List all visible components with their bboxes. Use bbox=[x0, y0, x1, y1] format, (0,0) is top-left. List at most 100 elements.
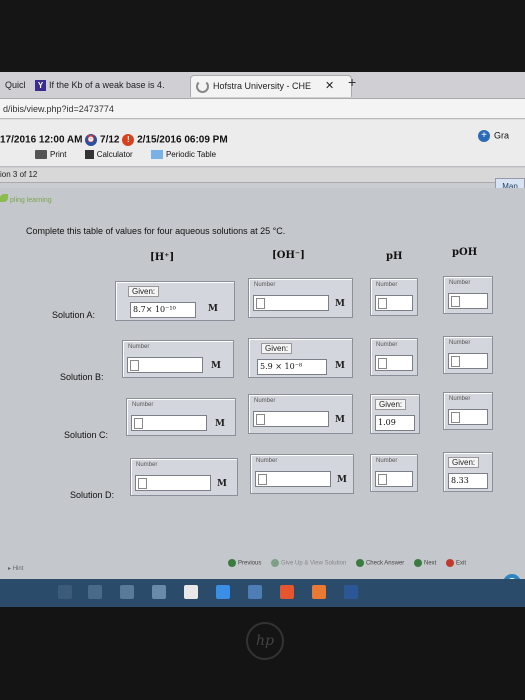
cell-d-ph: Number bbox=[370, 454, 418, 492]
number-label: Number bbox=[376, 458, 398, 464]
brand-text: pling learning bbox=[10, 197, 52, 204]
screen: Quicl Y If the Kb of a weak base is 4. Ho… bbox=[0, 72, 525, 607]
new-tab-button[interactable]: + bbox=[348, 74, 356, 90]
loading-icon bbox=[196, 80, 209, 94]
address-bar[interactable]: d/ibis/view.php?id=2473774 bbox=[0, 99, 525, 119]
next-icon bbox=[413, 559, 422, 567]
alarm-icon: ⏰ bbox=[85, 134, 98, 146]
give-up-icon bbox=[271, 559, 280, 567]
previous-button[interactable]: Previous bbox=[228, 559, 261, 567]
grades-icon: + bbox=[478, 130, 490, 142]
close-icon[interactable]: ✕ bbox=[325, 80, 334, 92]
given-label: Given: bbox=[375, 399, 407, 410]
file-explorer-icon[interactable] bbox=[120, 585, 134, 599]
folder-icon[interactable] bbox=[152, 585, 166, 599]
given-label: Given: bbox=[128, 286, 160, 297]
tab-hofstra[interactable]: Hofstra University - CHE ✕ bbox=[190, 75, 352, 97]
previous-icon bbox=[228, 559, 236, 567]
next-button[interactable]: Next bbox=[413, 559, 436, 567]
check-answer-button[interactable]: Check Answer bbox=[355, 559, 404, 567]
cell-a-h-given: Given: 8.7× 10⁻¹⁰ M bbox=[115, 281, 235, 321]
tab-label: If the Kb of a weak base is 4. bbox=[49, 80, 165, 90]
unit-label: M bbox=[337, 475, 347, 485]
due-date: 2/15/2016 06:09 PM bbox=[137, 134, 228, 146]
col-header-h: [H⁺] bbox=[150, 252, 175, 263]
dropbox-icon[interactable] bbox=[216, 585, 230, 599]
back-icon[interactable] bbox=[58, 585, 72, 599]
input-caret bbox=[134, 417, 143, 429]
input-caret bbox=[256, 297, 265, 309]
tab-quick[interactable]: Quicl bbox=[0, 75, 31, 96]
number-label: Number bbox=[449, 280, 471, 286]
number-label: Number bbox=[254, 282, 276, 288]
previous-label: Previous bbox=[238, 560, 262, 567]
tool-row: Print Calculator Periodic Table bbox=[35, 150, 232, 160]
input-c-oh[interactable] bbox=[253, 411, 329, 427]
unit-label: M bbox=[211, 361, 221, 371]
input-d-oh[interactable] bbox=[255, 471, 331, 487]
tab-kb-question[interactable]: Y If the Kb of a weak base is 4. bbox=[30, 75, 170, 96]
chrome-icon[interactable] bbox=[280, 585, 294, 599]
cell-a-ph: Number bbox=[370, 278, 418, 316]
number-label: Number bbox=[449, 340, 471, 346]
give-up-button[interactable]: Give Up & View Solution bbox=[271, 559, 346, 567]
cell-d-h: Number M bbox=[130, 458, 238, 496]
number-label: Number bbox=[132, 402, 154, 408]
input-b-h[interactable] bbox=[127, 357, 203, 373]
printer-icon bbox=[35, 150, 47, 160]
assignment-infobar: 17/2016 12:00 AM ⏰ 7/12 ! 2/15/2016 06:0… bbox=[0, 120, 525, 167]
cell-c-ph-given: Given: 1.09 bbox=[370, 394, 420, 434]
print-button[interactable]: Print bbox=[35, 150, 66, 160]
given-label: Given: bbox=[261, 343, 293, 354]
input-a-poh[interactable] bbox=[448, 293, 488, 309]
grades-link[interactable]: + Gra bbox=[478, 130, 509, 142]
row-label-b: Solution B: bbox=[60, 372, 104, 382]
calculator-button[interactable]: Calculator bbox=[84, 150, 133, 160]
input-b-ph[interactable] bbox=[375, 355, 413, 371]
browser-tabbar: Quicl Y If the Kb of a weak base is 4. Ho… bbox=[0, 72, 525, 99]
input-c-poh[interactable] bbox=[448, 409, 488, 425]
given-value-b-oh: 5.9 × 10⁻⁸ bbox=[257, 359, 327, 375]
input-a-oh[interactable] bbox=[253, 295, 329, 311]
col-header-poh: pOH bbox=[452, 247, 478, 258]
given-value-d-poh: 8.33 bbox=[448, 473, 488, 489]
calculator-label: Calculator bbox=[96, 150, 133, 159]
check-icon bbox=[355, 559, 364, 567]
number-label: Number bbox=[376, 342, 398, 348]
store-icon[interactable] bbox=[184, 585, 198, 599]
input-b-poh[interactable] bbox=[448, 353, 488, 369]
cell-a-poh: Number bbox=[443, 276, 493, 314]
calculator-icon bbox=[84, 150, 94, 160]
cell-c-oh: Number M bbox=[248, 394, 353, 434]
word-icon[interactable] bbox=[344, 585, 358, 599]
input-caret bbox=[138, 477, 147, 489]
input-caret bbox=[378, 357, 387, 369]
input-d-h[interactable] bbox=[135, 475, 211, 491]
sapling-logo: pling learning bbox=[0, 194, 52, 204]
hint-toggle[interactable]: ▸ Hint bbox=[8, 565, 23, 572]
input-c-h[interactable] bbox=[131, 415, 207, 431]
start-date: 17/2016 12:00 AM bbox=[0, 134, 83, 146]
unit-label: M bbox=[335, 299, 345, 309]
input-a-ph[interactable] bbox=[375, 295, 413, 311]
unit-label: M bbox=[208, 304, 218, 314]
col-header-oh: [OH⁻] bbox=[272, 250, 305, 261]
exit-button[interactable]: Exit bbox=[446, 559, 466, 567]
given-label: Given: bbox=[448, 457, 480, 468]
number-label: Number bbox=[449, 396, 471, 402]
unit-label: M bbox=[217, 479, 227, 489]
task-view-icon[interactable] bbox=[88, 585, 102, 599]
amazon-icon[interactable] bbox=[248, 585, 262, 599]
periodic-table-button[interactable]: Periodic Table bbox=[150, 150, 216, 160]
grades-label: Gra bbox=[494, 130, 510, 141]
row-label-c: Solution C: bbox=[64, 430, 109, 440]
page: 17/2016 12:00 AM ⏰ 7/12 ! 2/15/2016 06:0… bbox=[0, 120, 525, 607]
number-label: Number bbox=[136, 462, 158, 468]
cell-c-poh: Number bbox=[443, 392, 493, 430]
number-label: Number bbox=[254, 398, 276, 404]
windows-taskbar bbox=[0, 579, 525, 607]
app-icon[interactable] bbox=[312, 585, 326, 599]
input-d-ph[interactable] bbox=[375, 471, 413, 487]
row-label-a: Solution A: bbox=[52, 310, 96, 320]
hp-logo-icon: hp bbox=[246, 622, 284, 660]
